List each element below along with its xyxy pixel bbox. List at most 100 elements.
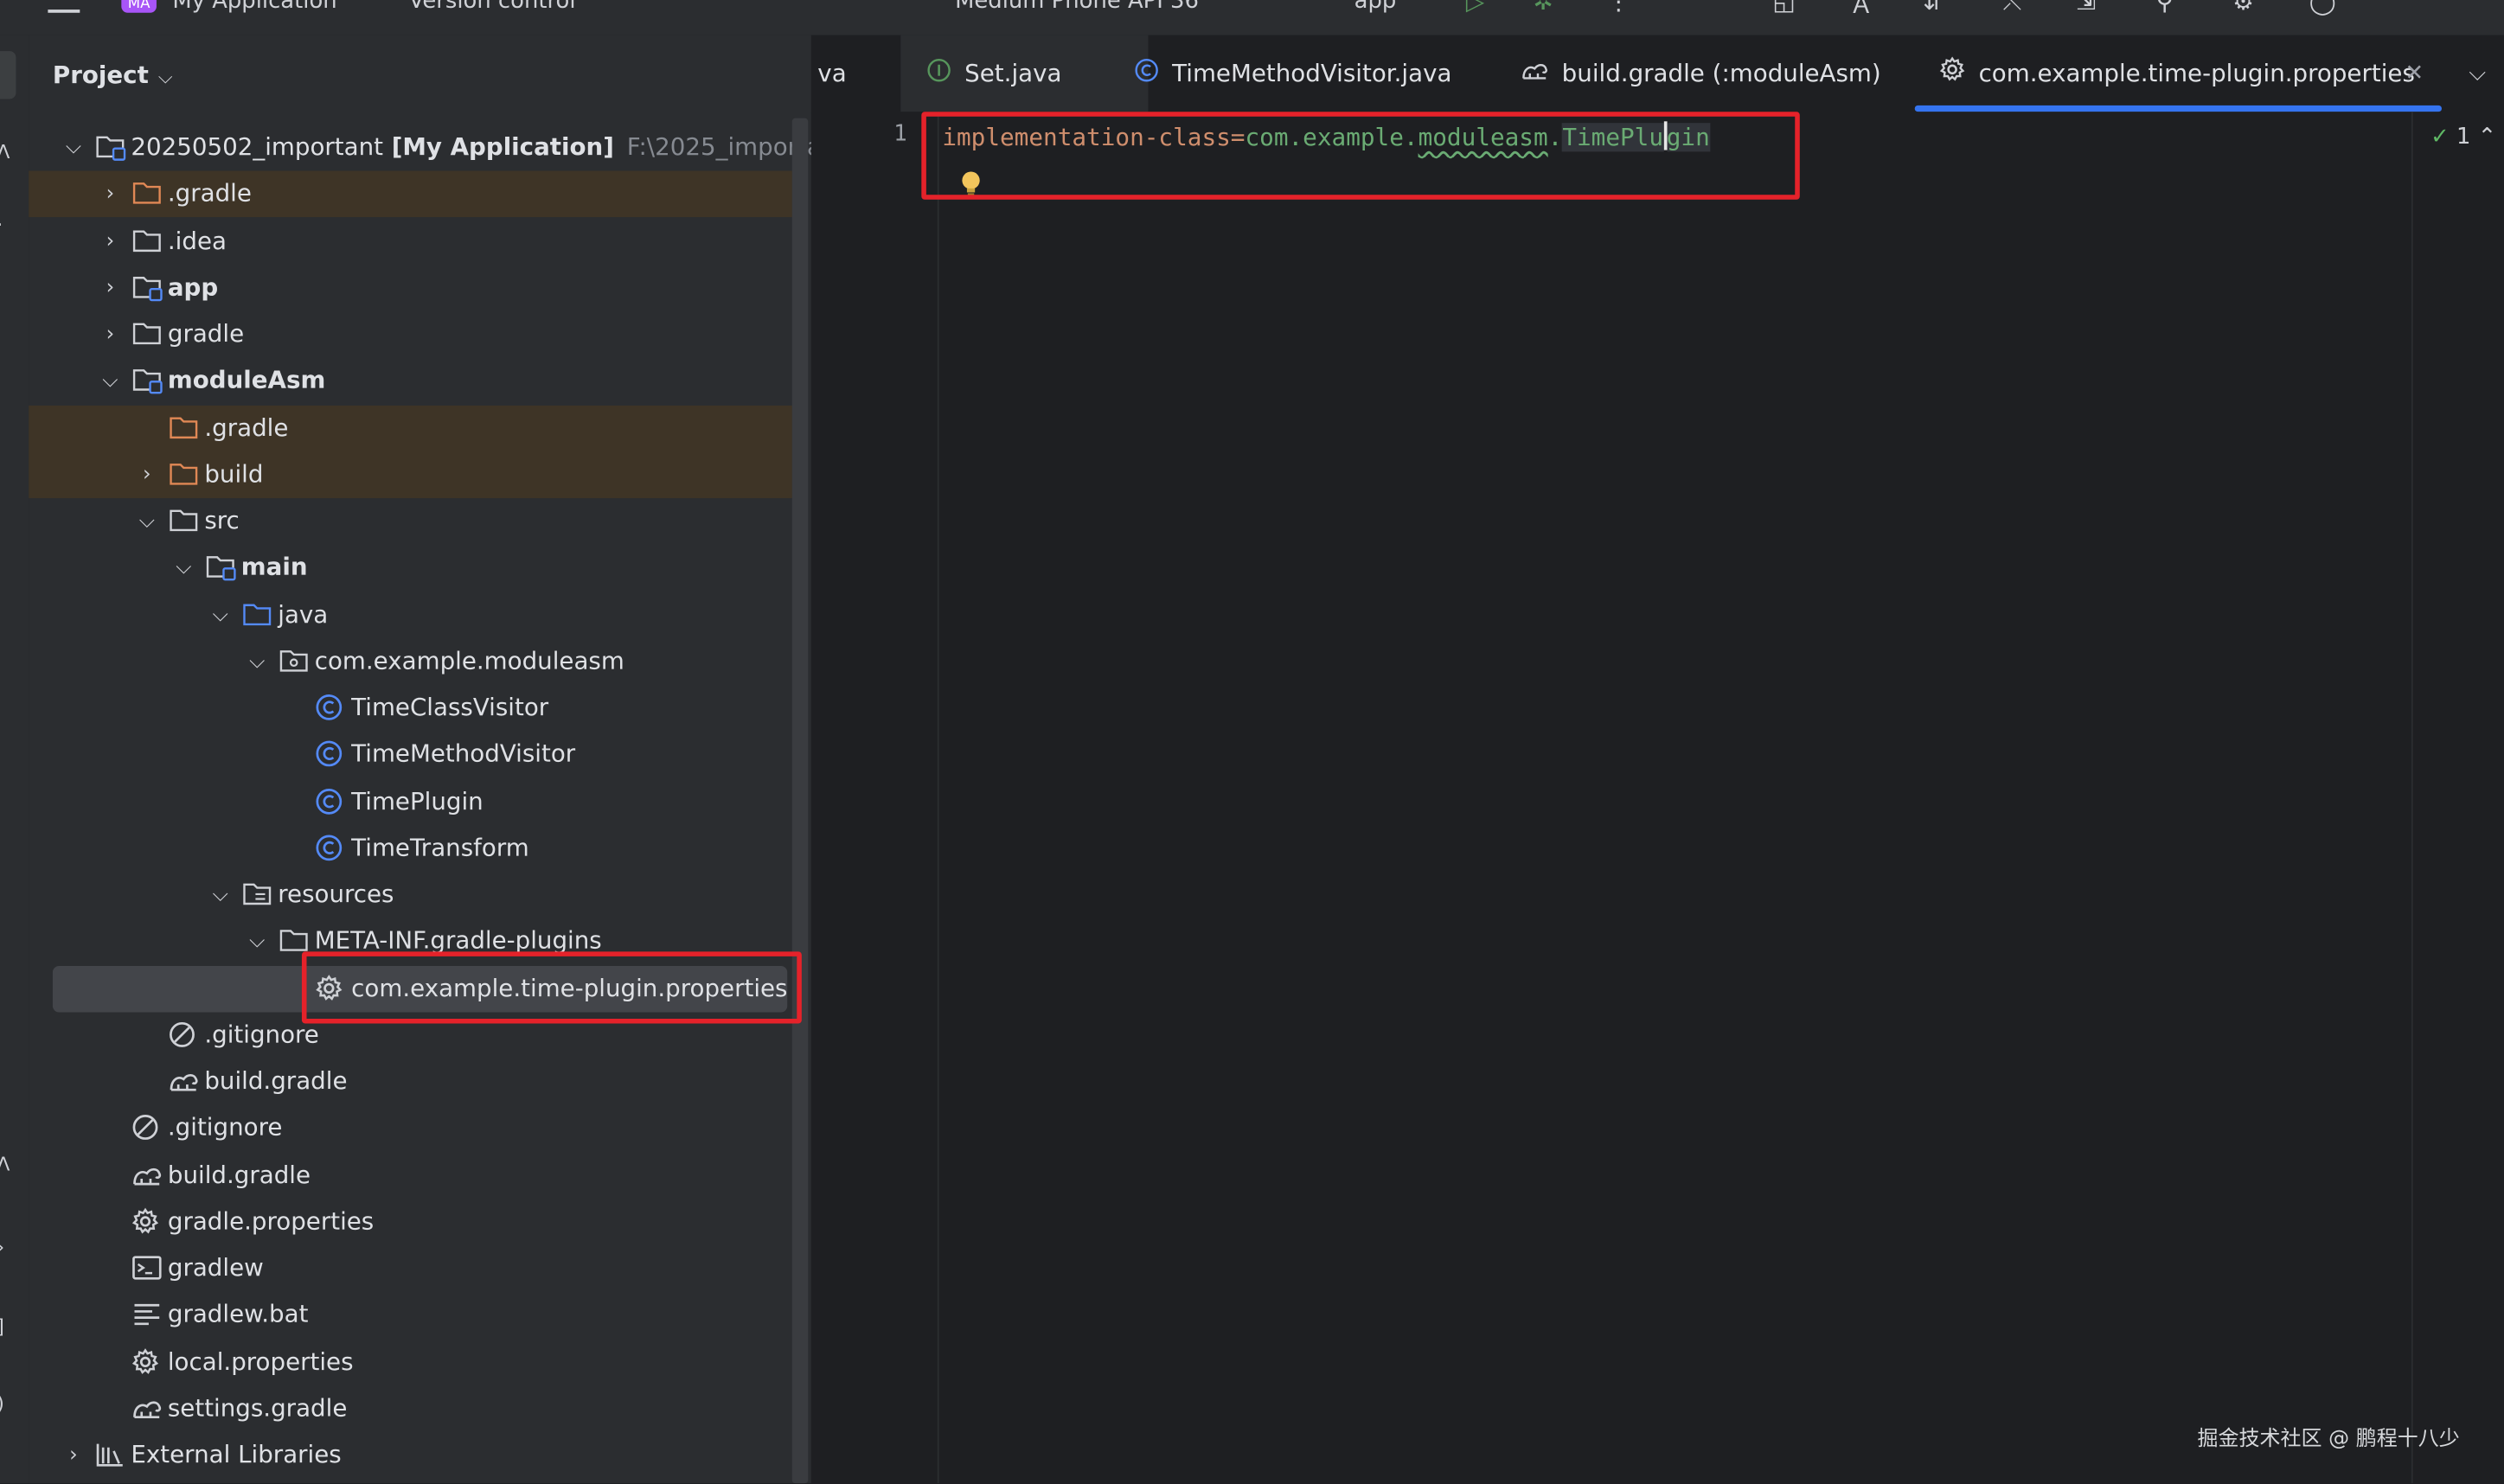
active-tab-indicator <box>1914 105 2442 112</box>
sync-icon[interactable]: ⇵ <box>1923 0 1943 16</box>
tool-window-icon[interactable]: ) <box>0 1392 4 1415</box>
device-manager-icon[interactable]: ◱ <box>1772 0 1795 16</box>
tree-item-label: app <box>167 272 219 302</box>
chevron-down-icon[interactable]: ⌵ <box>2469 35 2486 112</box>
tab-partial-java[interactable]: va <box>817 35 846 112</box>
annotation-box-tree-item <box>301 951 802 1024</box>
tree-item[interactable]: › gradle <box>29 311 792 358</box>
version-control-menu[interactable]: Version control <box>409 0 576 15</box>
tree-item[interactable]: local.properties <box>29 1339 792 1385</box>
tree-item[interactable]: ⌵ com.example.moduleasm <box>29 638 792 685</box>
tree-item[interactable]: gradlew.bat <box>29 1292 792 1339</box>
project-tool-button[interactable] <box>0 51 16 99</box>
chevron-down-icon[interactable]: ⌵ <box>247 918 266 965</box>
tool-window-icon[interactable]: › <box>0 1236 4 1258</box>
tree-item[interactable]: ⌵ src <box>29 498 792 545</box>
tree-item[interactable]: gradle.properties <box>29 1199 792 1245</box>
tool-window-icon[interactable]: ᐱ <box>0 140 10 163</box>
chevron-down-icon[interactable]: ⌵ <box>100 358 119 405</box>
tree-item[interactable]: › External Libraries <box>29 1432 792 1479</box>
tree-item[interactable]: TimePlugin <box>29 778 792 825</box>
tree-item-label: gradlew <box>167 1253 264 1283</box>
tree-item[interactable]: › .idea <box>29 218 792 265</box>
chevron-down-icon: ⌵ <box>157 65 173 88</box>
tool-window-icon[interactable]: ] <box>0 1315 4 1338</box>
update-icon[interactable]: ⇲ <box>2076 0 2096 16</box>
settings-icon[interactable]: ⚙ <box>2232 0 2254 16</box>
chevron-right-icon[interactable]: › <box>100 218 119 265</box>
tree-item[interactable]: ⌵ main <box>29 545 792 592</box>
tree-item[interactable]: › app <box>29 265 792 311</box>
tree-item[interactable]: ⌵ resources <box>29 872 792 918</box>
tree-item[interactable]: ⌵ moduleAsm <box>29 358 792 405</box>
tree-item[interactable]: .gradle <box>29 405 792 451</box>
chevron-right-icon[interactable]: › <box>100 265 119 311</box>
tree-item[interactable]: ⌵ java <box>29 592 792 638</box>
tree-item[interactable]: › build <box>29 451 792 498</box>
chevron-down-icon[interactable]: ⌵ <box>211 872 230 918</box>
chevron-down-icon[interactable]: ⌵ <box>138 498 157 545</box>
main-menu-icon[interactable] <box>48 0 80 13</box>
tree-item[interactable]: TimeClassVisitor <box>29 685 792 732</box>
orange-folder-icon <box>168 413 203 445</box>
inspection-widget[interactable]: ✓ 1 ⌃ <box>2430 125 2496 150</box>
tab-time-plugin-properties[interactable]: com.example.time-plugin.properties <box>1938 35 2415 112</box>
run-icon[interactable]: ▷ <box>1466 0 1484 16</box>
tree-item[interactable]: gradlew <box>29 1245 792 1292</box>
chevron-down-icon[interactable]: ⌵ <box>247 638 266 685</box>
tool-window-icon[interactable]: · <box>0 214 3 236</box>
chevron-down-icon[interactable]: ⌵ <box>174 545 193 592</box>
code-editor[interactable]: 1 implementation-class=com.example.modul… <box>810 112 2504 1484</box>
account-icon[interactable]: ◯ <box>2309 0 2336 16</box>
tab-build-gradle-moduleasm[interactable]: build.gradle (:moduleAsm) <box>1521 35 1881 112</box>
tree-item-label: 20250502_important [My Application] F:\20… <box>131 132 874 162</box>
tree-item-label: com.example.moduleasm <box>314 646 624 675</box>
gear-icon <box>131 1346 166 1378</box>
library-icon <box>94 1440 130 1472</box>
search-icon[interactable]: ⚲ <box>2156 0 2174 16</box>
tree-item[interactable]: .gitignore <box>29 1105 792 1152</box>
translate-icon[interactable]: Ａ <box>1849 0 1873 21</box>
run-config-selector[interactable]: app <box>1354 0 1397 15</box>
project-view-selector[interactable]: Project ⌵ <box>53 61 173 89</box>
tree-item[interactable]: build.gradle <box>29 1059 792 1105</box>
project-tool-window: Project ⌵ ⌵ 20250502_important [My Applica… <box>29 35 874 1484</box>
tree-item[interactable]: settings.gradle <box>29 1385 792 1432</box>
chevron-down-icon[interactable]: ⌵ <box>211 592 230 638</box>
watermark: 掘金技术社区 @ 鹏程十八少 <box>2197 1427 2460 1452</box>
package-icon <box>278 646 313 678</box>
folder-icon <box>131 226 166 258</box>
project-badge[interactable]: MA <box>121 0 157 13</box>
chevron-right-icon[interactable]: › <box>100 171 119 218</box>
project-name[interactable]: My Application <box>172 0 336 15</box>
text-lines-icon <box>131 1300 166 1332</box>
chevron-down-icon[interactable]: ⌵ <box>64 125 83 171</box>
tree-item[interactable]: TimeMethodVisitor <box>29 732 792 778</box>
more-actions-icon[interactable]: ⋮ <box>1606 0 1630 16</box>
device-selector[interactable]: Medium Phone API 36 <box>955 0 1199 15</box>
tab-timemethodvisitor-java[interactable]: TimeMethodVisitor.java <box>1134 35 1451 113</box>
chevron-right-icon[interactable]: › <box>138 451 157 498</box>
class-icon <box>1134 36 1160 113</box>
ignore-icon <box>168 1020 203 1052</box>
ide-window: MA My Application Version control Medium… <box>0 0 2504 1484</box>
tab-set-java[interactable]: Set.java <box>900 35 1149 112</box>
tree-item[interactable]: TimeTransform <box>29 825 792 872</box>
tool-window-icon[interactable]: ᐱ <box>0 1153 10 1175</box>
editor-right-margin <box>2411 112 2413 1484</box>
close-icon[interactable]: ✕ <box>2405 35 2424 112</box>
chevron-up-icon: ⌃ <box>2477 125 2497 150</box>
tree-item[interactable]: build.gradle <box>29 1152 792 1199</box>
debug-icon[interactable]: ✲ <box>1533 0 1553 16</box>
project-name-label: [My Application] <box>383 132 614 162</box>
refresh-icon[interactable]: ⤲ <box>2002 0 2021 16</box>
tree-item-label: moduleAsm <box>167 366 326 395</box>
tree-item[interactable]: › .gradle <box>29 171 792 218</box>
chevron-right-icon[interactable]: › <box>64 1432 83 1479</box>
tree-item-label: local.properties <box>167 1346 354 1376</box>
project-scrollbar[interactable] <box>791 118 809 1484</box>
chevron-right-icon[interactable]: › <box>100 311 119 358</box>
tree-item-label: build.gradle <box>167 1160 311 1189</box>
tree-item[interactable]: ⌵ 20250502_important [My Application] F:\2… <box>29 125 874 171</box>
tree-item-label: java <box>278 599 329 629</box>
